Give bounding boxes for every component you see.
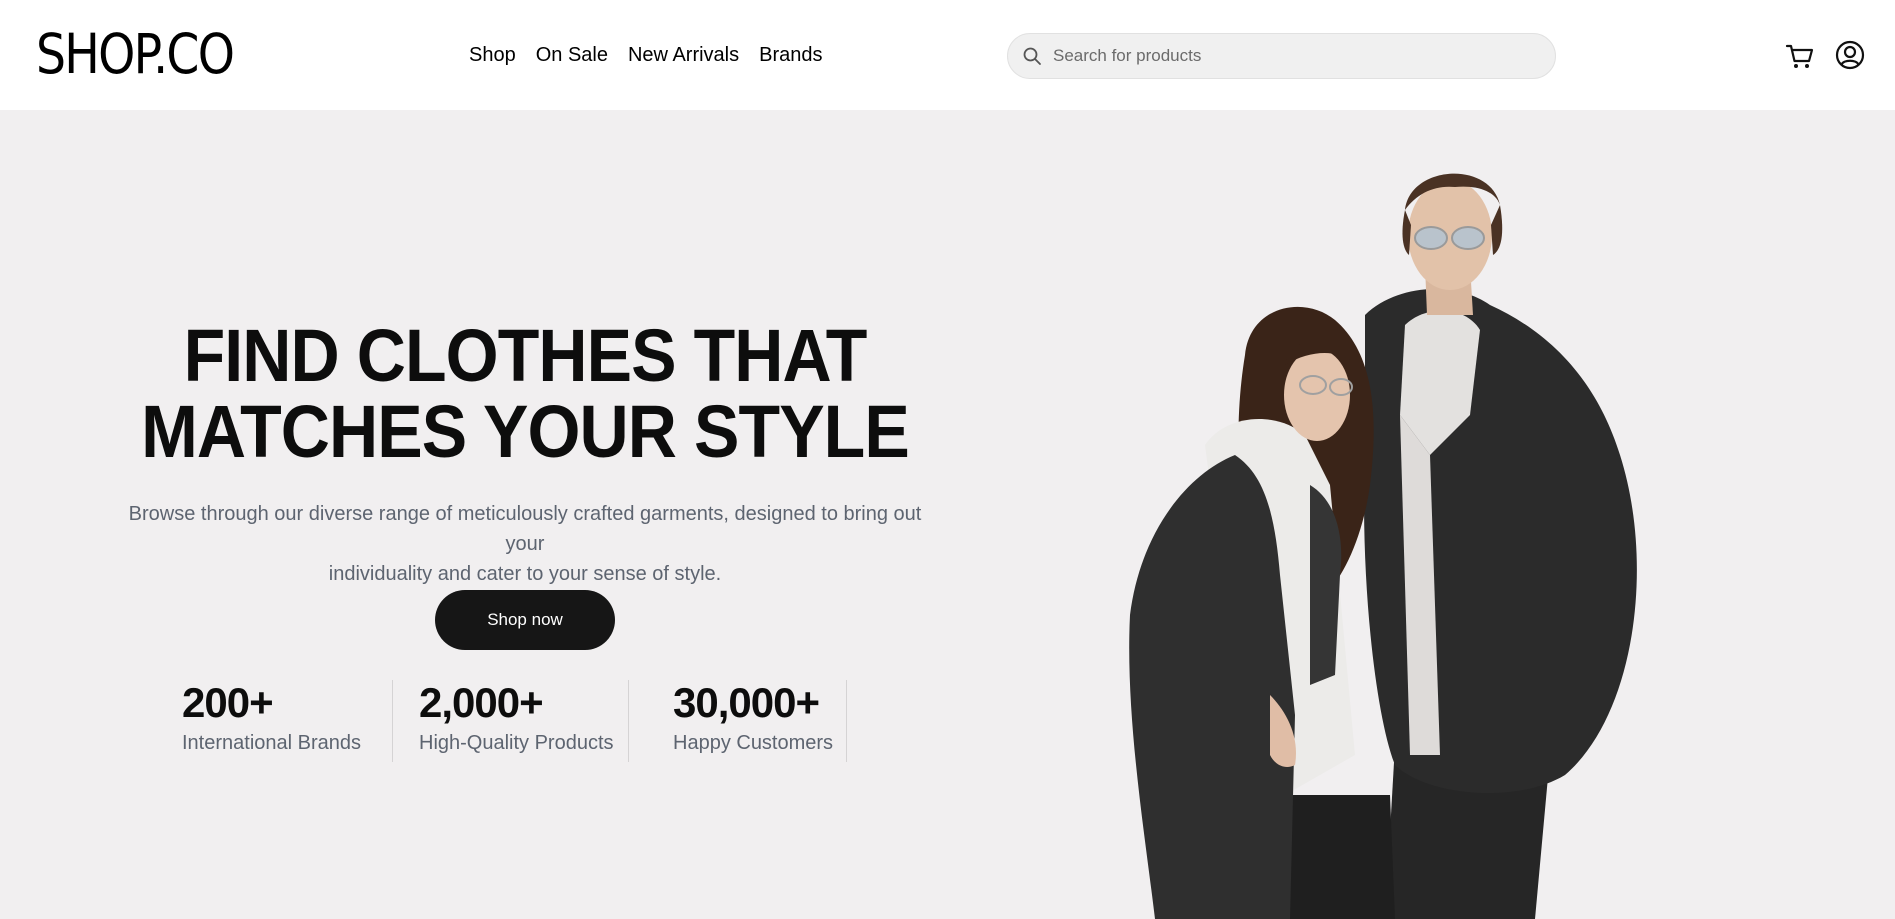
hero-headline-line-1: FIND CLOTHES THAT bbox=[183, 314, 868, 397]
stat-brands: 200+ International Brands bbox=[182, 680, 361, 756]
stat-divider bbox=[392, 680, 393, 762]
search-icon bbox=[1023, 47, 1041, 65]
cart-icon[interactable] bbox=[1784, 40, 1816, 72]
stat-customers: 30,000+ Happy Customers bbox=[673, 680, 833, 756]
stat-divider bbox=[628, 680, 629, 762]
hero-couple-image bbox=[1129, 173, 1637, 919]
user-icon[interactable] bbox=[1834, 39, 1866, 71]
nav-item-new-arrivals[interactable]: New Arrivals bbox=[628, 42, 739, 68]
stat-products: 2,000+ High-Quality Products bbox=[419, 680, 614, 756]
nav-item-brands[interactable]: Brands bbox=[759, 42, 822, 68]
nav-item-shop[interactable]: Shop bbox=[469, 42, 516, 68]
stat-value: 200+ bbox=[182, 679, 274, 726]
stat-divider bbox=[846, 680, 847, 762]
main-nav: Shop On Sale New Arrivals Brands bbox=[469, 42, 823, 68]
hero-section: FIND CLOTHES THAT MATCHES YOUR STYLE Bro… bbox=[0, 110, 1895, 919]
hero-headline: FIND CLOTHES THAT MATCHES YOUR STYLE bbox=[42, 318, 1008, 470]
stat-value: 2,000+ bbox=[419, 679, 544, 726]
site-header: SHOP.CO Shop On Sale New Arrivals Brands bbox=[0, 0, 1895, 110]
hero-subtitle-line-2: individuality and cater to your sense of… bbox=[328, 563, 722, 585]
nav-item-on-sale[interactable]: On Sale bbox=[536, 42, 608, 68]
search-input[interactable] bbox=[1053, 34, 1533, 78]
stat-label: High-Quality Products bbox=[419, 732, 614, 754]
hero-subtitle-line-1: Browse through our diverse range of meti… bbox=[128, 503, 922, 555]
stat-label: International Brands bbox=[182, 732, 362, 754]
hero-headline-line-2: MATCHES YOUR STYLE bbox=[141, 390, 910, 473]
search-bar[interactable] bbox=[1007, 33, 1556, 79]
hero-subtitle: Browse through our diverse range of meti… bbox=[120, 499, 930, 589]
logo[interactable]: SHOP.CO bbox=[36, 22, 235, 86]
stat-label: Happy Customers bbox=[673, 732, 834, 754]
shop-now-button[interactable]: Shop now bbox=[435, 590, 615, 650]
stat-value: 30,000+ bbox=[673, 679, 820, 726]
